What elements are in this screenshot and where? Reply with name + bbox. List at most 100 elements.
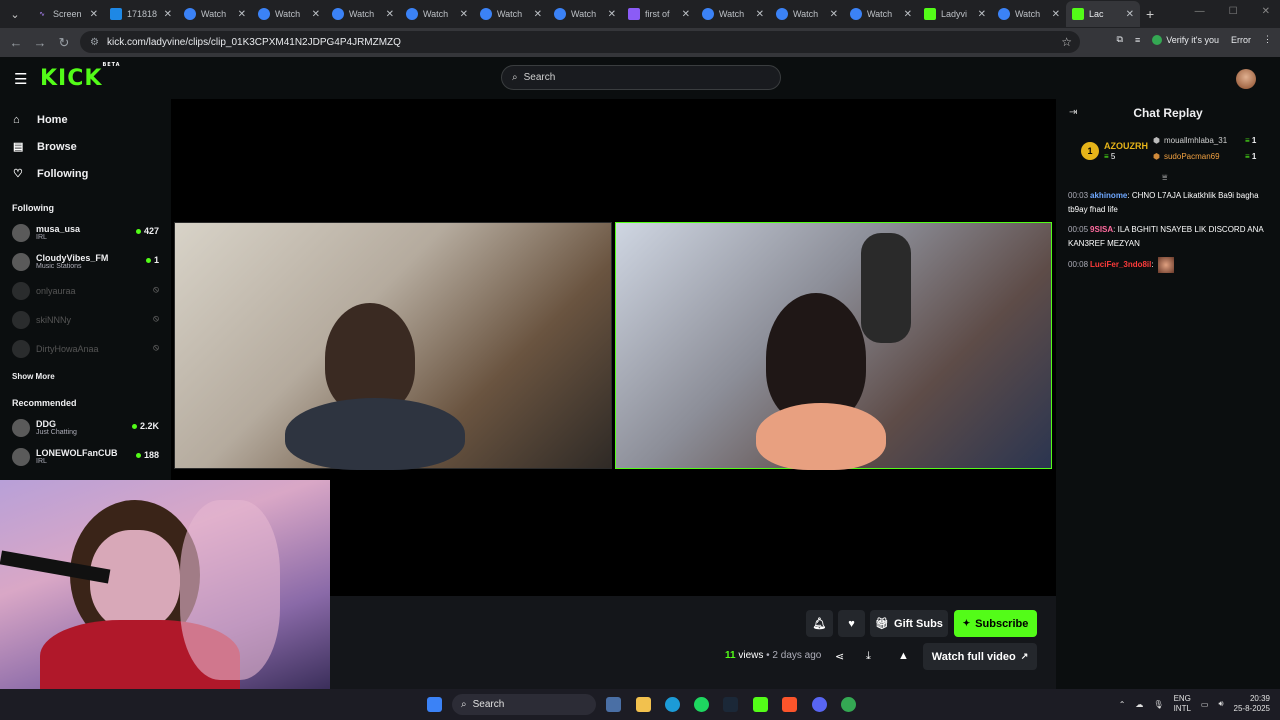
browser-tab[interactable]: Watch ✕ xyxy=(400,1,474,27)
kick-logo[interactable]: KICKBETA xyxy=(40,62,121,91)
browser-tab[interactable]: first of ✕ xyxy=(622,1,696,27)
reload-icon[interactable]: ↻ xyxy=(52,35,76,51)
browser-tab[interactable]: Lac ✕ xyxy=(1066,1,1140,27)
browser-tab[interactable]: Watch ✕ xyxy=(844,1,918,27)
file-explorer-icon[interactable] xyxy=(636,697,651,712)
display-icon[interactable]: ▭ xyxy=(1201,700,1209,709)
sidebar-item-following[interactable]: ♡ Following xyxy=(0,160,171,187)
channel-item[interactable]: skiNNNy ⦸ xyxy=(0,305,171,334)
close-tab-icon[interactable]: ✕ xyxy=(90,9,98,20)
verify-chip[interactable]: Verify it's you xyxy=(1152,34,1219,45)
sidebar-item-browse[interactable]: ▤ Browse xyxy=(0,133,171,160)
close-tab-icon[interactable]: ✕ xyxy=(830,9,838,20)
message-username[interactable]: 9SISA xyxy=(1090,225,1113,234)
close-tab-icon[interactable]: ✕ xyxy=(608,9,616,20)
tab-title: Watch xyxy=(201,9,227,19)
share-icon[interactable]: ⋖ xyxy=(835,650,844,663)
gifter-row[interactable]: ⬢ sudoPacman69 ≡ 1 xyxy=(1153,152,1256,161)
media-controls-icon[interactable]: ≡ xyxy=(1135,35,1140,45)
close-tab-icon[interactable]: ✕ xyxy=(978,9,986,20)
top-gifter[interactable]: 1 AZOUZRH ≡ 5 xyxy=(1081,141,1148,161)
browser-tab[interactable]: Watch ✕ xyxy=(474,1,548,27)
browser-tab[interactable]: 171818 ✕ xyxy=(104,1,178,27)
close-window-icon[interactable]: ✕ xyxy=(1262,6,1270,17)
brave-icon[interactable] xyxy=(782,697,797,712)
channel-item[interactable]: DDG Just Chatting 2.2K xyxy=(0,413,171,442)
channel-item[interactable]: musa_usa IRL 427 xyxy=(0,218,171,247)
kick-app-icon[interactable] xyxy=(753,697,768,712)
close-tab-icon[interactable]: ✕ xyxy=(386,9,394,20)
volume-icon[interactable]: 🔊︎ xyxy=(1218,699,1223,709)
notification-bell-icon[interactable]: 🔔︎ xyxy=(806,610,833,637)
maximize-icon[interactable]: ☐ xyxy=(1229,6,1238,17)
close-tab-icon[interactable]: ✕ xyxy=(164,9,172,20)
task-view-icon[interactable] xyxy=(606,697,621,712)
close-tab-icon[interactable]: ✕ xyxy=(1126,9,1134,20)
chat-message: 00:03 akhinome: CHNO L7AJA Likatkhlik Ba9… xyxy=(1068,189,1268,217)
gifter-row[interactable]: ⬢ mouallmhlaba_31 ≡ 1 xyxy=(1153,136,1256,145)
follow-heart-icon[interactable]: ♥ xyxy=(838,610,865,637)
tray-chevron-icon[interactable]: ⌃ xyxy=(1119,700,1126,709)
extensions-icon[interactable]: ⧉ xyxy=(1117,34,1123,45)
minimize-icon[interactable]: — xyxy=(1195,6,1205,17)
close-tab-icon[interactable]: ✕ xyxy=(534,9,542,20)
cloud-icon[interactable]: ☁ xyxy=(1135,700,1143,709)
tab-title: Screen xyxy=(53,9,82,19)
discord-icon[interactable] xyxy=(812,697,827,712)
message-username[interactable]: akhinome xyxy=(1090,191,1127,200)
close-tab-icon[interactable]: ✕ xyxy=(460,9,468,20)
steam-icon[interactable] xyxy=(723,697,738,712)
gift-subs-button[interactable]: 🎁︎ Gift Subs xyxy=(870,610,948,637)
channel-item[interactable]: DirtyHowaAnaa ⦸ xyxy=(0,334,171,363)
pinned-expand-icon[interactable]: ⩸ xyxy=(1162,172,1167,183)
browser-tab[interactable]: Watch ✕ xyxy=(178,1,252,27)
browser-tab[interactable]: Watch ✕ xyxy=(252,1,326,27)
windows-start-icon[interactable] xyxy=(427,697,442,712)
watch-full-video-button[interactable]: Watch full video ↗ xyxy=(923,643,1037,670)
channel-item[interactable]: CloudyVibes_FM Music Stations 1 xyxy=(0,247,171,276)
channel-item[interactable]: onlyauraa ⦸ xyxy=(0,276,171,305)
browser-tab[interactable]: Watch ✕ xyxy=(326,1,400,27)
close-tab-icon[interactable]: ✕ xyxy=(904,9,912,20)
hamburger-menu-icon[interactable]: ☰ xyxy=(14,70,27,88)
menu-kebab-icon[interactable]: ⋮ xyxy=(1263,34,1272,45)
taskbar-search[interactable]: ⌕ Search xyxy=(452,694,596,715)
taskbar-search-label: Search xyxy=(472,699,505,710)
mic-icon[interactable]: 🎙︎ xyxy=(1153,700,1163,709)
chrome-icon[interactable] xyxy=(841,697,856,712)
browser-tab[interactable]: Watch ✕ xyxy=(548,1,622,27)
user-avatar[interactable] xyxy=(1236,69,1256,89)
new-tab-icon[interactable]: + xyxy=(1146,6,1154,22)
browser-tab[interactable]: Watch ✕ xyxy=(770,1,844,27)
error-chip[interactable]: Error xyxy=(1231,35,1251,45)
subscribe-button[interactable]: ✦ Subscribe xyxy=(954,610,1037,637)
url-field[interactable]: ⚙ kick.com/ladyvine/clips/clip_01K3CPXM4… xyxy=(80,31,1080,53)
close-tab-icon[interactable]: ✕ xyxy=(238,9,246,20)
search-input[interactable]: ⌕ Search xyxy=(501,65,781,90)
browser-tab[interactable]: Watch ✕ xyxy=(992,1,1066,27)
language-indicator[interactable]: ENG INTL xyxy=(1174,694,1191,714)
download-icon[interactable]: ⤓ xyxy=(866,650,871,663)
close-tab-icon[interactable]: ✕ xyxy=(682,9,690,20)
back-arrow-icon[interactable]: ← xyxy=(4,35,28,50)
close-tab-icon[interactable]: ✕ xyxy=(312,9,320,20)
spotify-icon[interactable] xyxy=(694,697,709,712)
site-info-icon[interactable]: ⚙ xyxy=(90,37,99,48)
offline-icon: ⦸ xyxy=(153,342,159,352)
browser-tab[interactable]: Ladyvi ✕ xyxy=(918,1,992,27)
channel-item[interactable]: LONEWOLFanCUB IRL 188 xyxy=(0,442,171,471)
edge-icon[interactable] xyxy=(665,697,680,712)
close-tab-icon[interactable]: ✕ xyxy=(1052,9,1060,20)
bookmark-star-icon[interactable]: ☆ xyxy=(1061,35,1072,49)
report-icon[interactable]: ▲ xyxy=(898,650,909,662)
channel-name: skiNNNy xyxy=(36,314,71,325)
message-username[interactable]: LuciFer_3ndo8il xyxy=(1090,260,1151,269)
forward-arrow-icon[interactable]: → xyxy=(28,35,52,50)
tab-search-dropdown-icon[interactable]: ⌄ xyxy=(4,4,26,24)
close-tab-icon[interactable]: ✕ xyxy=(756,9,764,20)
show-more-link[interactable]: Show More xyxy=(0,372,171,381)
browser-tab[interactable]: ∿ Screen ✕ xyxy=(30,1,104,27)
browser-tab[interactable]: Watch ✕ xyxy=(696,1,770,27)
sidebar-item-home[interactable]: ⌂ Home xyxy=(0,106,171,133)
clock[interactable]: 20:39 25-8-2025 xyxy=(1234,694,1270,714)
